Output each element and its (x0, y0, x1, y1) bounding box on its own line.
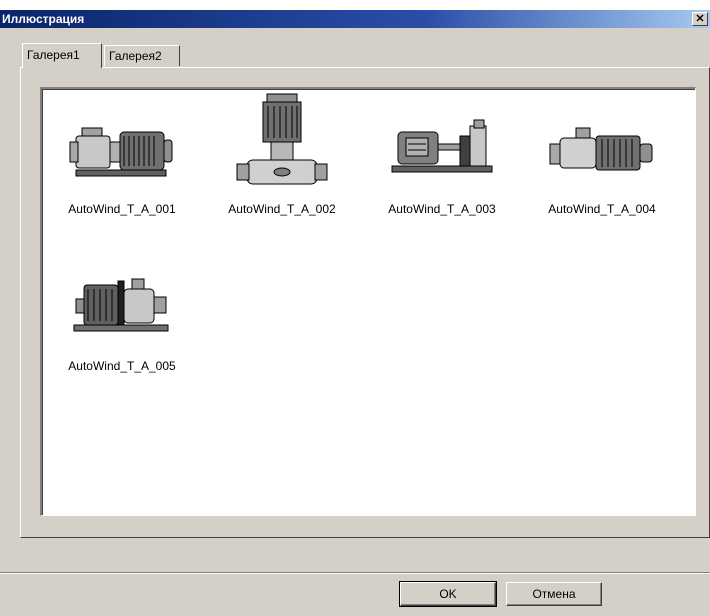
gallery-item[interactable]: AutoWind_T_A_005 (47, 249, 197, 379)
gallery-item[interactable]: AutoWind_T_A_004 (527, 92, 677, 222)
ok-button[interactable]: OK (399, 581, 497, 607)
gallery-item[interactable]: AutoWind_T_A_002 (207, 92, 357, 222)
inline-pump-icon (549, 127, 653, 171)
gallery-item-label: AutoWind_T_A_005 (68, 359, 176, 373)
tab-gallery1[interactable]: Галерея1 (22, 43, 102, 68)
close-button[interactable]: ✕ (692, 12, 708, 26)
gallery-item[interactable]: AutoWind_T_A_003 (367, 92, 517, 222)
title-bar[interactable]: Иллюстрация ✕ (0, 10, 710, 28)
close-icon: ✕ (695, 13, 705, 25)
gallery-list[interactable]: AutoWind_T_A_001 AutoWind_T_A_002 AutoWi… (40, 87, 696, 516)
vertical-pump-icon (236, 93, 328, 185)
monoblock-pump-icon (73, 278, 169, 332)
window-title: Иллюстрация (2, 12, 85, 26)
gallery-item-label: AutoWind_T_A_003 (388, 202, 496, 216)
top-strip (0, 0, 710, 10)
footer-separator (0, 572, 710, 574)
horizontal-pump-icon (69, 127, 173, 177)
tab-gallery2[interactable]: Галерея2 (104, 45, 180, 66)
gallery-item-label: AutoWind_T_A_004 (548, 202, 656, 216)
motor-pump-base-icon (391, 119, 493, 173)
cancel-button[interactable]: Отмена (506, 582, 602, 606)
gallery-item-label: AutoWind_T_A_002 (228, 202, 336, 216)
gallery-item[interactable]: AutoWind_T_A_001 (47, 92, 197, 222)
gallery-item-label: AutoWind_T_A_001 (68, 202, 176, 216)
illustration-dialog: Иллюстрация ✕ Галерея1 Галерея2 AutoWind… (0, 0, 710, 616)
